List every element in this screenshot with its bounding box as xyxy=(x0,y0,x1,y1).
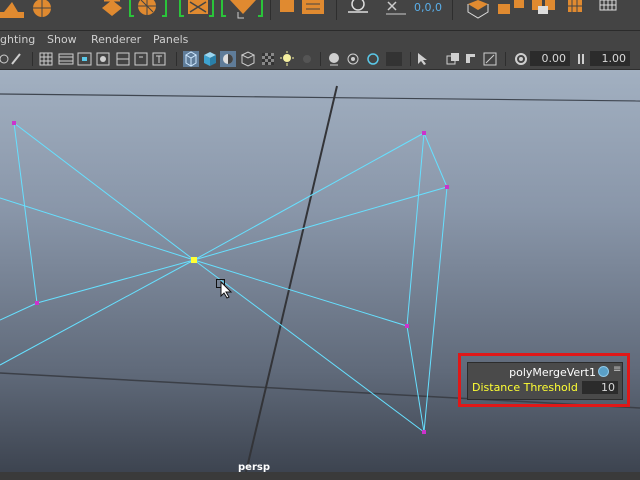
face-select-icon[interactable] xyxy=(498,0,524,14)
transform-xyz-icon[interactable] xyxy=(386,1,406,15)
shadows-icon[interactable] xyxy=(303,55,311,63)
grid-icon[interactable] xyxy=(599,0,617,11)
pencil-icon[interactable] xyxy=(11,53,21,65)
gate-mask-icon[interactable] xyxy=(96,52,110,66)
gamma-icon[interactable] xyxy=(578,54,584,64)
multi-cube-icon[interactable] xyxy=(532,0,555,14)
vertex[interactable] xyxy=(35,301,39,305)
select-camera-icon[interactable] xyxy=(0,54,9,64)
safe-action-icon[interactable] xyxy=(134,52,148,66)
rotate-tool-icon[interactable] xyxy=(466,54,476,63)
menu-renderer[interactable]: Renderer xyxy=(91,33,141,46)
distance-threshold-field[interactable]: 10 xyxy=(582,381,618,394)
xray-active-icon[interactable] xyxy=(367,53,379,65)
poly-smooth-icon[interactable] xyxy=(280,0,294,12)
coord-readout: 0,0,0 xyxy=(414,1,442,14)
poly-lattice-icon[interactable] xyxy=(302,0,324,14)
field-chart-icon[interactable] xyxy=(116,52,130,66)
in-view-editor: polyMergeVert1 ≡ Distance Threshold 10 xyxy=(467,362,623,400)
panel-menubar: ghting Show Renderer Panels xyxy=(0,31,640,49)
mouse-cursor-icon xyxy=(216,279,233,299)
in-view-editor-highlight: polyMergeVert1 ≡ Distance Threshold 10 xyxy=(458,353,630,407)
lights-icon[interactable] xyxy=(280,51,294,66)
film-gate-icon[interactable] xyxy=(58,53,74,65)
scale-tool-icon[interactable] xyxy=(483,52,497,66)
vertex[interactable] xyxy=(422,131,426,135)
textured-icon[interactable] xyxy=(240,51,256,67)
node-toggle-icon[interactable] xyxy=(598,366,609,377)
grid-icon[interactable] xyxy=(568,0,582,12)
grid-axis-line xyxy=(245,85,338,472)
menu-panels[interactable]: Panels xyxy=(153,33,188,46)
poly-extract-icon[interactable] xyxy=(221,0,263,19)
resolution-gate-icon[interactable] xyxy=(77,52,92,66)
safe-title-icon[interactable] xyxy=(152,52,166,66)
grid-horizon-line xyxy=(0,93,640,102)
poly-diamond-icon[interactable] xyxy=(102,0,122,16)
xray-joints-icon[interactable] xyxy=(347,53,359,65)
select-tool-icon[interactable] xyxy=(418,53,427,65)
menu-show[interactable]: Show xyxy=(47,33,77,46)
poly-cone-icon[interactable] xyxy=(0,2,24,18)
vertex[interactable] xyxy=(405,324,409,328)
vertex-markers[interactable] xyxy=(12,121,449,434)
camera-label: persp xyxy=(238,462,270,472)
wireframe-on-shaded-icon[interactable] xyxy=(220,51,236,67)
poly-sphere-icon[interactable] xyxy=(33,0,51,17)
gamma-field[interactable]: 1.00 xyxy=(590,51,630,66)
vertex[interactable] xyxy=(445,185,449,189)
exposure-field[interactable]: 0.00 xyxy=(530,51,570,66)
distance-threshold-label[interactable]: Distance Threshold xyxy=(472,381,578,394)
menu-icon[interactable]: ≡ xyxy=(613,364,621,375)
grid-toggle-icon[interactable] xyxy=(39,52,53,66)
camera-icon[interactable] xyxy=(348,0,368,13)
shelf: 0,0,0 xyxy=(0,0,640,31)
exposure-icon[interactable] xyxy=(515,53,527,65)
merged-vertex[interactable] xyxy=(191,257,197,263)
isolate-icon[interactable] xyxy=(329,53,339,66)
component-cube-icon[interactable] xyxy=(467,0,489,19)
panel-toolbar: 0.00 1.00 xyxy=(0,49,640,70)
smooth-shade-icon[interactable] xyxy=(204,52,216,66)
vertex[interactable] xyxy=(12,121,16,125)
node-title[interactable]: polyMergeVert1 xyxy=(468,366,596,379)
poly-separate-icon[interactable] xyxy=(179,0,214,17)
xray-checker-icon[interactable] xyxy=(262,53,274,65)
menu-lighting[interactable]: ghting xyxy=(0,33,35,46)
bottom-bar xyxy=(0,472,640,480)
persp-viewport[interactable]: persp xyxy=(0,70,640,472)
wireframe-icon[interactable] xyxy=(183,51,199,67)
poly-pipe-icon[interactable] xyxy=(138,0,156,15)
vertex[interactable] xyxy=(422,430,426,434)
move-tool-icon[interactable] xyxy=(446,53,459,65)
